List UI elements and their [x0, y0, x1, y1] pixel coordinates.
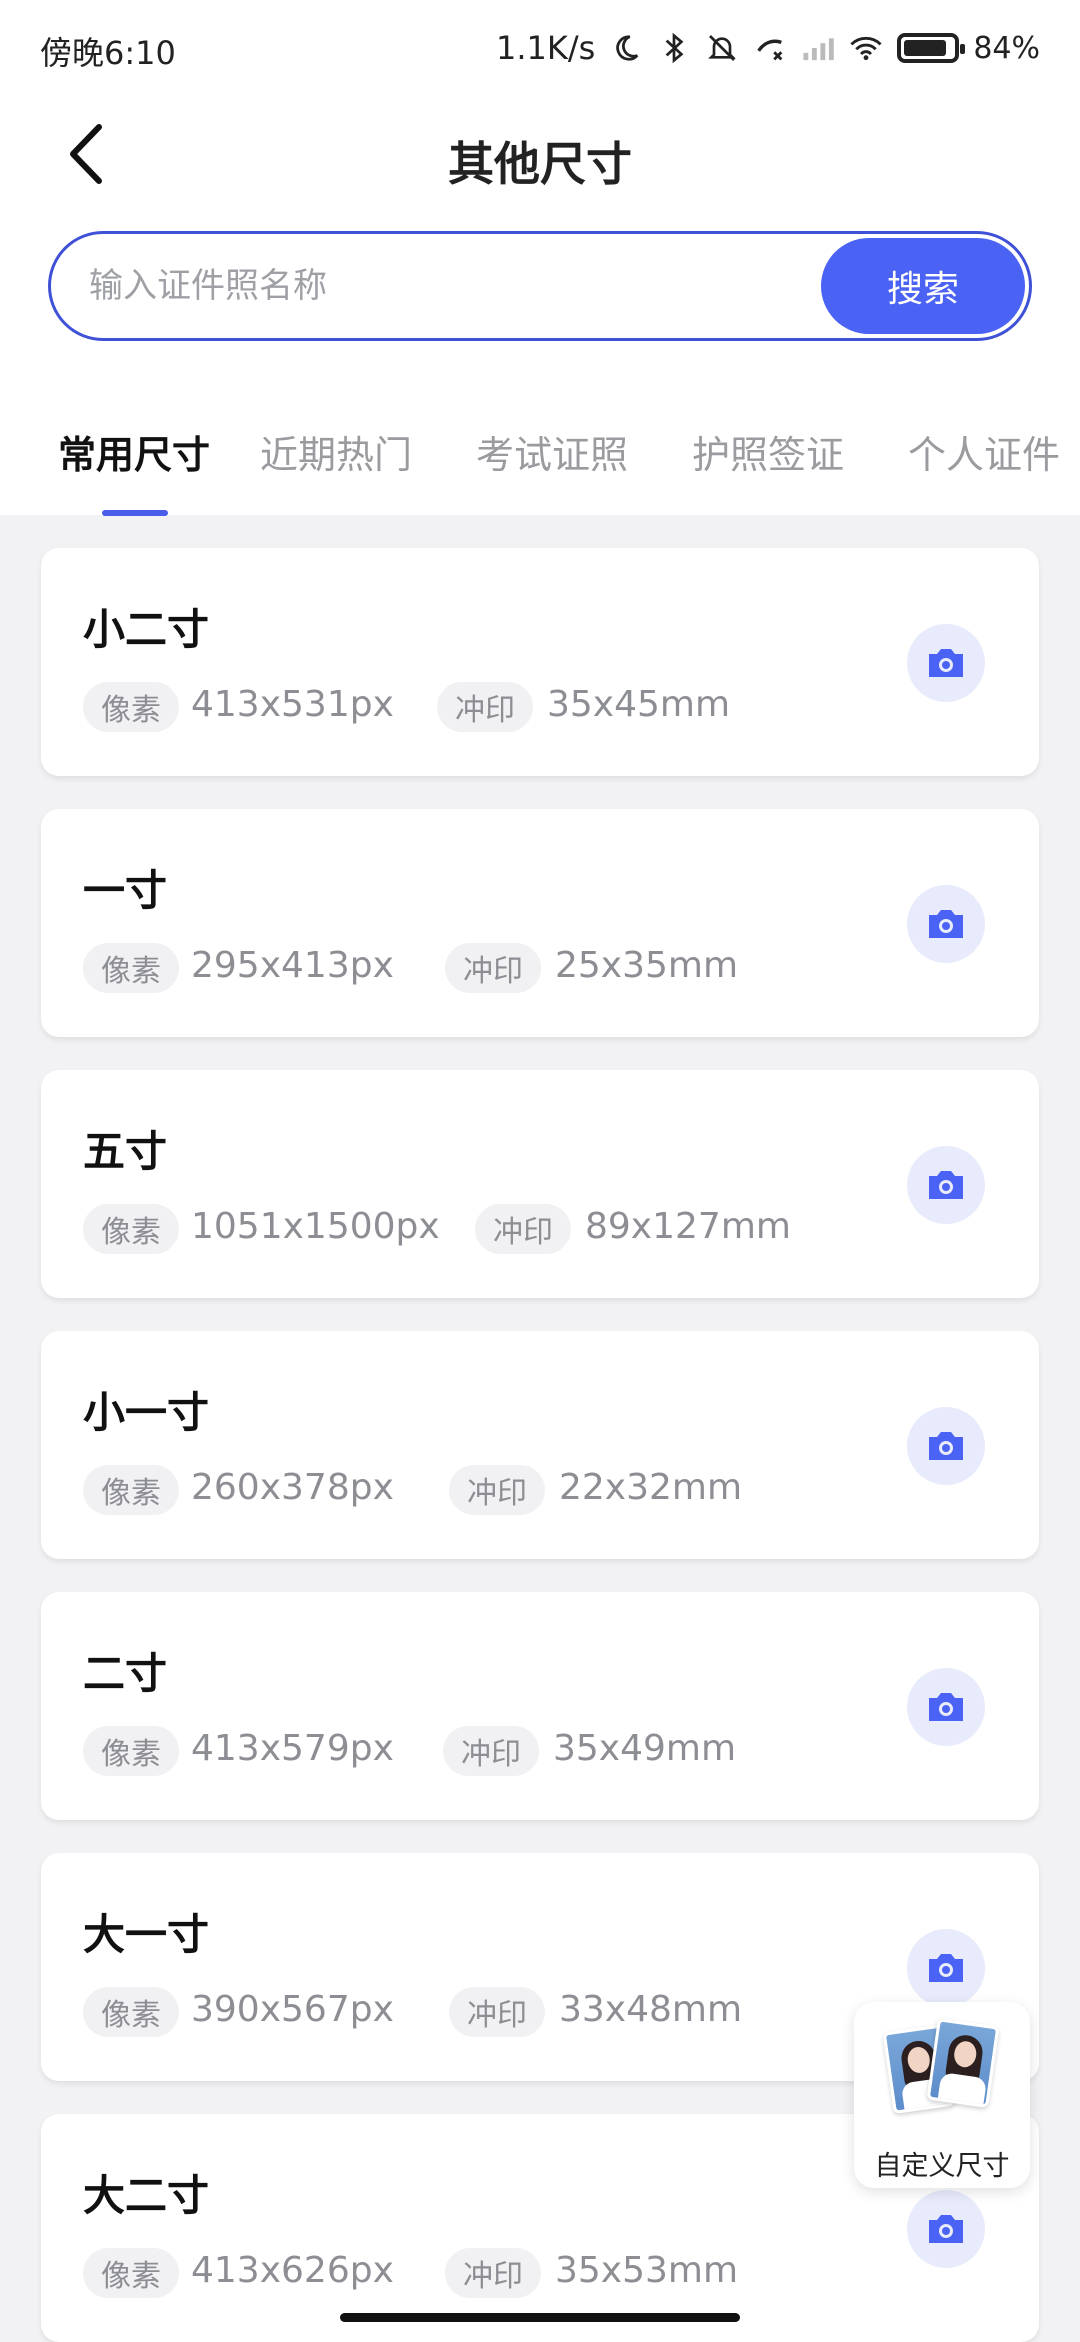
home-indicator[interactable]	[340, 2313, 740, 2322]
custom-size-button[interactable]: 自定义尺寸	[854, 2002, 1030, 2188]
print-value: 25x35mm	[555, 945, 739, 986]
print-value: 35x53mm	[555, 2250, 739, 2291]
status-time: 傍晚6:10	[40, 34, 176, 72]
tab-indicator	[102, 510, 168, 516]
size-name: 五寸	[83, 1127, 168, 1176]
wifi-icon	[849, 31, 883, 65]
size-name: 大二寸	[83, 2171, 210, 2220]
moon-icon	[609, 31, 643, 65]
battery-level-fill	[904, 40, 947, 56]
print-tag: 冲印	[449, 1465, 545, 1515]
pixel-value: 295x413px	[191, 945, 394, 986]
size-name: 小一寸	[83, 1388, 210, 1437]
print-tag: 冲印	[475, 1204, 571, 1254]
pixel-tag: 像素	[83, 943, 179, 993]
tab-personal-id[interactable]: 个人证件	[908, 424, 1060, 479]
header: 其他尺寸	[0, 110, 1080, 200]
size-name: 二寸	[83, 1649, 168, 1698]
size-card[interactable]: 五寸 像素 1051x1500px 冲印 89x127mm	[41, 1070, 1039, 1298]
tab-common-sizes[interactable]: 常用尺寸	[58, 424, 210, 479]
pixel-tag: 像素	[83, 1465, 179, 1515]
size-card[interactable]: 二寸 像素 413x579px 冲印 35x49mm	[41, 1592, 1039, 1820]
call-missed-icon	[753, 31, 787, 65]
page-title: 其他尺寸	[448, 137, 632, 191]
camera-icon	[929, 649, 963, 677]
network-speed: 1.1K/s	[495, 29, 596, 67]
tab-recent-hot[interactable]: 近期热门	[260, 424, 412, 479]
size-card[interactable]: 小二寸 像素 413x531px 冲印 35x45mm	[41, 548, 1039, 776]
camera-button[interactable]	[907, 1668, 985, 1746]
camera-button[interactable]	[907, 624, 985, 702]
bell-muted-icon	[705, 31, 739, 65]
camera-icon	[929, 2215, 963, 2243]
print-value: 35x45mm	[547, 684, 731, 725]
pixel-tag: 像素	[83, 682, 179, 732]
search-button[interactable]: 搜索	[821, 238, 1025, 334]
print-tag: 冲印	[443, 1726, 539, 1776]
pixel-tag: 像素	[83, 1204, 179, 1254]
print-value: 35x49mm	[553, 1728, 737, 1769]
print-value: 22x32mm	[559, 1467, 743, 1508]
pixel-value: 260x378px	[191, 1467, 394, 1508]
status-icons: 1.1K/s 84%	[496, 26, 1040, 70]
custom-size-label: 自定义尺寸	[874, 2151, 1010, 2182]
size-name: 大一寸	[83, 1910, 210, 1959]
print-tag: 冲印	[437, 682, 533, 732]
pixel-tag: 像素	[83, 1726, 179, 1776]
category-tabs: 常用尺寸 近期热门 考试证照 护照签证 个人证件	[0, 410, 1080, 516]
size-name: 一寸	[83, 866, 168, 915]
print-value: 33x48mm	[559, 1989, 743, 2030]
print-tag: 冲印	[445, 943, 541, 993]
tab-exam-photos[interactable]: 考试证照	[476, 424, 628, 479]
print-tag: 冲印	[449, 1987, 545, 2037]
camera-button[interactable]	[907, 2190, 985, 2268]
camera-button[interactable]	[907, 1146, 985, 1224]
camera-icon	[929, 1171, 963, 1199]
print-tag: 冲印	[445, 2248, 541, 2298]
camera-icon	[929, 1693, 963, 1721]
size-card[interactable]: 小一寸 像素 260x378px 冲印 22x32mm	[41, 1331, 1039, 1559]
id-photo-image	[926, 2018, 1000, 2108]
pixel-value: 413x626px	[191, 2250, 394, 2291]
search-input[interactable]	[89, 258, 829, 314]
status-bar: 傍晚6:10 1.1K/s 84%	[0, 0, 1080, 96]
pixel-value: 413x579px	[191, 1728, 394, 1769]
camera-button[interactable]	[907, 1929, 985, 2007]
camera-button[interactable]	[907, 885, 985, 963]
camera-icon	[929, 1954, 963, 1982]
pixel-tag: 像素	[83, 2248, 179, 2298]
pixel-value: 1051x1500px	[191, 1206, 440, 1247]
bluetooth-icon	[657, 31, 691, 65]
print-value: 89x127mm	[585, 1206, 791, 1247]
pixel-tag: 像素	[83, 1987, 179, 2037]
size-name: 小二寸	[83, 605, 210, 654]
tab-passport-visa[interactable]: 护照签证	[692, 424, 844, 479]
pixel-value: 413x531px	[191, 684, 394, 725]
camera-button[interactable]	[907, 1407, 985, 1485]
battery-percent: 84%	[973, 30, 1040, 66]
camera-icon	[929, 910, 963, 938]
battery-icon	[897, 33, 966, 63]
size-card[interactable]: 一寸 像素 295x413px 冲印 25x35mm	[41, 809, 1039, 1037]
search-bar: 搜索	[48, 231, 1032, 341]
camera-icon	[929, 1432, 963, 1460]
signal-icon	[801, 31, 835, 65]
pixel-value: 390x567px	[191, 1989, 394, 2030]
